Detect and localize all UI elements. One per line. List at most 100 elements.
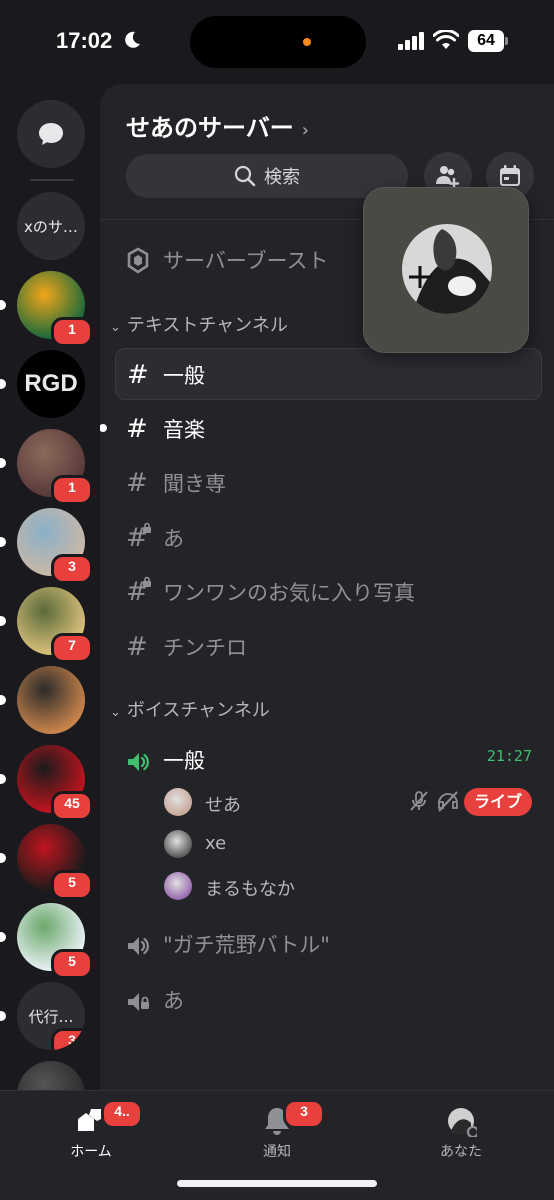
hashtag-icon: # — [126, 468, 148, 498]
server-icon[interactable]: 1 — [17, 429, 93, 505]
server-icon[interactable] — [17, 1061, 85, 1090]
profile-avatar-icon — [448, 1108, 477, 1137]
text-channel[interactable]: # ワンワンのお気に入り写真 — [100, 566, 554, 618]
server-rail[interactable]: xのサ… 1 RGD 1 3 7 45 5 5 代行… 3 — [0, 84, 100, 1090]
tab-notifications[interactable]: 3 通知 — [217, 1099, 337, 1167]
speaker-icon — [128, 937, 149, 955]
live-badge: ライブ — [463, 788, 532, 816]
server-icon[interactable]: 45 — [17, 745, 93, 821]
unread-indicator — [100, 423, 107, 432]
clock: 17:02 — [56, 28, 113, 53]
server-icon-label: RGD — [24, 370, 78, 397]
avatar — [164, 872, 192, 900]
tab-you-label: あなた — [440, 1144, 482, 1160]
server-icon[interactable]: RGD — [17, 350, 85, 418]
voice-channel[interactable]: 一般 21:27 — [100, 734, 554, 786]
unread-indicator — [0, 300, 6, 310]
direct-messages-button[interactable] — [17, 100, 85, 168]
notifications-badge: 3 — [283, 1099, 325, 1129]
moon-icon — [125, 31, 140, 48]
home-badge: 4.. — [101, 1099, 143, 1129]
server-header[interactable]: せあのサーバー › — [126, 108, 309, 143]
voice-channel[interactable]: "ガチ荒野バトル" — [100, 918, 554, 970]
channel-name: "ガチ荒野バトル" — [163, 933, 330, 957]
dynamic-island — [190, 16, 366, 68]
lock-icon — [143, 522, 151, 533]
channel-name: あ — [163, 526, 184, 551]
server-icon[interactable]: 3 — [17, 508, 93, 584]
unread-indicator — [0, 458, 6, 468]
channel-name: ワンワンのお気に入り写真 — [163, 581, 415, 605]
unread-indicator — [0, 379, 6, 389]
hashtag-icon: # — [126, 413, 148, 444]
text-channels-category[interactable]: ⌄ テキストチャンネル — [110, 311, 288, 337]
rail-separator — [30, 179, 74, 181]
voice-channel[interactable]: あ — [100, 974, 554, 1026]
text-channel[interactable]: # 音楽 — [100, 403, 554, 455]
text-channel[interactable]: # チンチロ — [100, 621, 554, 673]
voice-channels-category[interactable]: ⌄ ボイスチャンネル — [110, 696, 270, 722]
server-name: せあのサーバー — [126, 114, 294, 142]
server-icon[interactable]: 1 — [17, 271, 93, 347]
wifi-icon — [433, 30, 459, 49]
avatar — [164, 830, 192, 858]
battery-level: 64 — [468, 30, 504, 52]
search-button[interactable]: 検索 — [126, 154, 408, 198]
cellular-signal-icon — [398, 32, 424, 50]
channel-name: 一般 — [163, 749, 205, 773]
mention-badge: 1 — [51, 317, 93, 347]
recording-indicator — [303, 38, 311, 46]
unread-indicator — [0, 932, 6, 942]
mention-badge: 7 — [51, 633, 93, 663]
home-indicator — [177, 1180, 377, 1187]
tab-home-label: ホーム — [70, 1144, 112, 1160]
mention-badge: 45 — [51, 791, 93, 821]
mention-badge: 1 — [51, 475, 93, 505]
text-channel[interactable]: # 一般 — [115, 348, 542, 400]
voice-member[interactable]: まるもなか — [100, 866, 554, 906]
chat-bubble-icon — [39, 123, 63, 145]
battery-indicator: 64 — [468, 30, 508, 52]
stream-pip-window[interactable] — [363, 187, 529, 353]
tab-you[interactable]: あなた — [401, 1101, 521, 1167]
chevron-down-icon: ⌄ — [110, 320, 121, 335]
channel-name: あ — [163, 989, 184, 1013]
add-user-icon — [436, 166, 460, 189]
text-channel[interactable]: # あ — [100, 512, 554, 564]
member-name: xe — [205, 833, 227, 854]
text-channel[interactable]: # 聞き専 — [100, 457, 554, 509]
server-icon-label: 代行… — [28, 1007, 74, 1026]
voice-member[interactable]: せあ ライブ — [100, 782, 554, 822]
category-label: ボイスチャンネル — [126, 700, 270, 721]
mention-badge: 3 — [51, 1028, 85, 1050]
server-icon[interactable]: 5 — [17, 903, 93, 979]
calendar-icon — [500, 165, 520, 186]
channel-name: 一般 — [163, 364, 205, 388]
mention-badge: 5 — [51, 949, 93, 979]
chevron-right-icon: › — [301, 120, 309, 141]
battery-nub — [505, 37, 508, 45]
voice-member[interactable]: xe — [100, 824, 554, 864]
server-icon[interactable]: 5 — [17, 824, 93, 900]
mention-badge: 5 — [51, 870, 93, 900]
speaker-icon — [128, 993, 149, 1011]
unread-indicator — [0, 537, 6, 547]
server-icon[interactable]: 7 — [17, 587, 93, 663]
muted-mic-icon — [410, 791, 428, 811]
server-icon[interactable]: xのサ… — [17, 192, 85, 260]
tab-home[interactable]: 4.. ホーム — [31, 1099, 151, 1167]
streamer-avatar — [402, 224, 492, 314]
status-bar: 17:02 64 — [0, 0, 554, 84]
search-icon — [234, 165, 256, 187]
server-icon[interactable] — [17, 666, 85, 734]
speaker-icon — [128, 753, 149, 771]
server-icon[interactable]: 代行… 3 — [17, 982, 85, 1050]
streamer-image — [402, 224, 492, 314]
unread-indicator — [0, 1011, 6, 1021]
boost-icon — [127, 247, 149, 274]
lock-icon — [143, 576, 151, 587]
server-boost-label: サーバーブースト — [163, 249, 329, 273]
mention-badge: 3 — [51, 554, 93, 584]
tab-notifications-label: 通知 — [263, 1144, 291, 1160]
unread-indicator — [0, 774, 6, 784]
